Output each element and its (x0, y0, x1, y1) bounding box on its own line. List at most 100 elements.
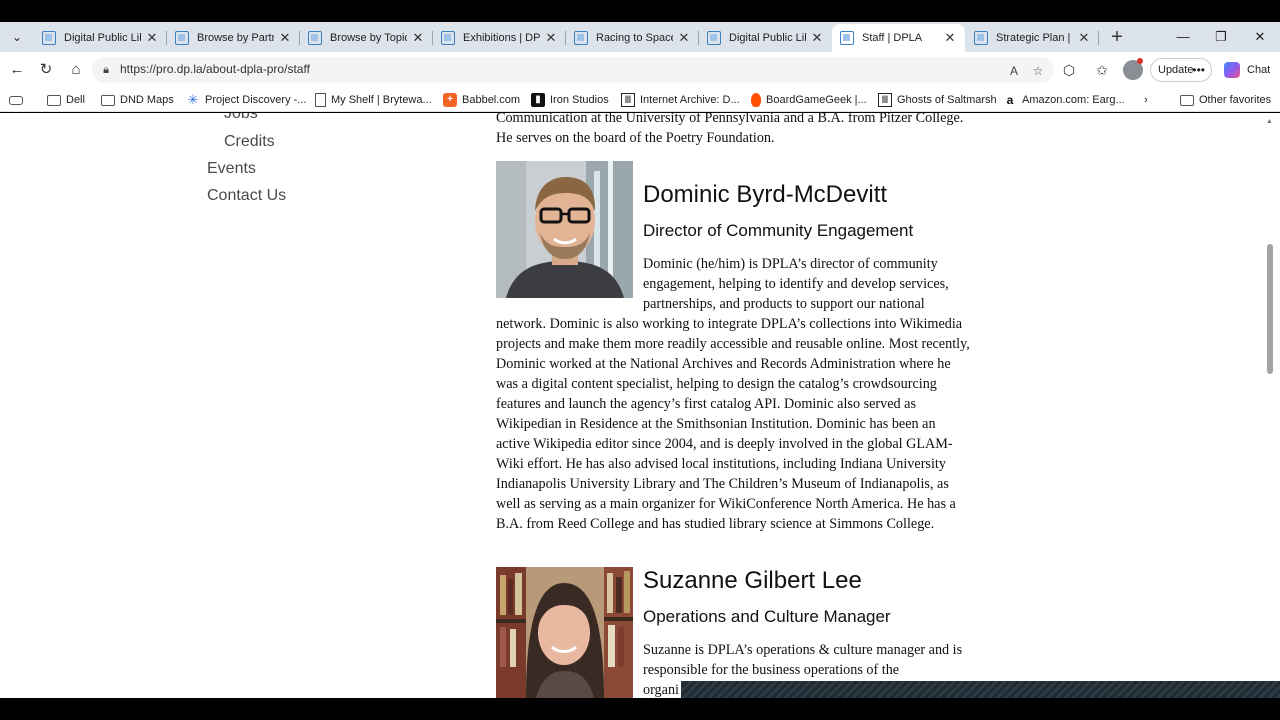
tab-strip: ⌄ Digital Public Librar ✕ Browse by Part… (0, 22, 1280, 52)
tab-strategic-plan[interactable]: Strategic Plan | DPL ✕ (966, 24, 1099, 52)
minimize-icon[interactable]: — (1172, 26, 1194, 48)
sidebar-link-jobs[interactable]: Jobs (224, 113, 258, 123)
favorite-star-icon[interactable]: ☆ (1029, 62, 1047, 80)
tab-close-icon[interactable]: ✕ (278, 30, 292, 46)
navigation-bar: ← ↻ ⌂ 🔒︎ https://pro.dp.la/about-dpla-pr… (0, 52, 1280, 88)
tab-browse-by-topic[interactable]: Browse by Topic | D ✕ (300, 24, 433, 52)
dpla-favicon-icon (308, 31, 322, 45)
favorites-bar: Dell DND Maps ✳ Project Discovery -... My… (0, 88, 1280, 112)
tab-label: Racing to Space | D (596, 32, 673, 44)
bio-line: projects and make them more readily acce… (496, 336, 970, 352)
page-scrollbar-track[interactable] (1265, 113, 1275, 698)
video-overlay-bar (681, 681, 1280, 698)
bio-line: partnerships, and products to support ou… (643, 296, 925, 312)
bio-line: Wikipedian in Residence at the Smithsoni… (496, 416, 936, 432)
dpla-favicon-icon (574, 31, 588, 45)
staff-bio-full: network. Dominic is also working to inte… (496, 314, 970, 534)
tab-close-icon[interactable]: ✕ (943, 30, 957, 46)
favorite-dell[interactable]: Dell (47, 91, 85, 109)
bio-line: Indianapolis University Library and The … (496, 476, 949, 492)
other-favorites[interactable]: Other favorites (1180, 91, 1271, 109)
restore-icon[interactable]: ❐ (1210, 26, 1232, 48)
dpla-favicon-icon (840, 31, 854, 45)
favorite-label: Iron Studios (550, 94, 609, 106)
sidebar-link-contact-us[interactable]: Contact Us (207, 187, 286, 205)
staff-bio-wrapped: Dominic (he/him) is DPLA’s director of c… (643, 254, 949, 314)
staff-photo-dominic (496, 161, 633, 298)
scroll-up-arrow-icon[interactable]: ▲ (1266, 118, 1273, 125)
favorite-boardgamegeek[interactable]: BoardGameGeek |... (751, 91, 867, 109)
back-arrow-icon[interactable]: ← (6, 59, 28, 81)
favorite-ghosts-of-saltmarsh[interactable]: Ⅲ Ghosts of Saltmarsh (878, 91, 997, 109)
copilot-chat-button[interactable]: Chat (1220, 58, 1274, 82)
favorite-my-shelf[interactable]: My Shelf | Brytewa... (315, 91, 432, 109)
tab-label: Browse by Topic | D (330, 32, 407, 44)
other-favorites-label: Other favorites (1199, 94, 1272, 106)
site-info-lock-icon[interactable]: 🔒︎ (98, 62, 114, 78)
update-label: Update (1158, 64, 1194, 76)
favorites-manager-icon[interactable] (9, 91, 28, 109)
bio-line: active Wikipedia editor since 2004, and … (496, 436, 953, 452)
boardgamegeek-icon (751, 93, 761, 107)
tab-exhibitions[interactable]: Exhibitions | DPLA ✕ (433, 24, 566, 52)
address-bar[interactable]: 🔒︎ https://pro.dp.la/about-dpla-pro/staf… (92, 57, 1054, 83)
bio-line: engagement, helping to identify and deve… (643, 276, 949, 292)
favorite-project-discovery[interactable]: ✳ Project Discovery -... (186, 91, 307, 109)
favorite-amazon[interactable]: a Amazon.com: Earg... (1003, 91, 1125, 109)
favorite-internet-archive[interactable]: Ⅲ Internet Archive: D... (621, 91, 740, 109)
tab-close-icon[interactable]: ✕ (1077, 30, 1091, 46)
tab-close-icon[interactable]: ✕ (810, 30, 824, 46)
favorite-label: Ghosts of Saltmarsh (897, 94, 997, 106)
more-options-icon[interactable]: ••• (1192, 59, 1205, 81)
tab-close-icon[interactable]: ✕ (677, 30, 691, 46)
sidebar-link-events[interactable]: Events (207, 160, 256, 178)
close-window-icon[interactable]: ✕ (1249, 26, 1271, 48)
staff-title: Operations and Culture Manager (643, 607, 891, 626)
bio-line: B.A. from Reed College and has studied l… (496, 516, 935, 532)
bio-line: He serves on the board of the Poetry Fou… (496, 130, 775, 146)
staff-name: Suzanne Gilbert Lee (643, 567, 862, 594)
tab-close-icon[interactable]: ✕ (544, 30, 558, 46)
tab-separator (1098, 31, 1099, 45)
home-icon[interactable]: ⌂ (65, 59, 87, 81)
bio-line: Wiki effort. He has also advised local i… (496, 456, 946, 472)
iron-studios-icon: ▮ (531, 93, 545, 107)
new-tab-plus-icon[interactable]: + (1106, 26, 1128, 48)
dpla-favicon-icon (974, 31, 988, 45)
dpla-favicon-icon (42, 31, 56, 45)
tab-actions-menu-button[interactable]: ⌄ (6, 26, 28, 48)
tab-label: Staff | DPLA (862, 32, 923, 44)
screen-top-border (0, 0, 1280, 22)
favorite-babbel[interactable]: + Babbel.com (443, 91, 520, 109)
page-content: Jobs Credits Events Contact Us Communica… (0, 113, 1280, 698)
dpla-favicon-icon (441, 31, 455, 45)
tab-browse-by-partner[interactable]: Browse by Partner | ✕ (167, 24, 300, 52)
favorite-dnd-maps[interactable]: DND Maps (101, 91, 174, 109)
favorite-iron-studios[interactable]: ▮ Iron Studios (531, 91, 609, 109)
tab-label: Browse by Partner | (197, 32, 274, 44)
sidebar-link-credits[interactable]: Credits (224, 133, 275, 151)
tab-close-icon[interactable]: ✕ (411, 30, 425, 46)
refresh-icon[interactable]: ↻ (35, 59, 57, 81)
read-aloud-icon[interactable]: A (1005, 62, 1023, 80)
tab-racing-to-space[interactable]: Racing to Space | D ✕ (566, 24, 699, 52)
project-discovery-icon: ✳ (187, 92, 199, 107)
amazon-icon: a (1006, 93, 1014, 107)
update-button[interactable]: Update ••• (1150, 58, 1212, 82)
tab-digital-public-library-2[interactable]: Digital Public Librar ✕ (699, 24, 832, 52)
page-scrollbar-thumb[interactable] (1267, 244, 1273, 374)
tab-staff-dpla[interactable]: Staff | DPLA ✕ (832, 24, 965, 52)
copilot-icon (1224, 62, 1240, 78)
folder-icon (47, 94, 61, 106)
favorites-overflow-chevron-icon[interactable]: › (1144, 91, 1148, 109)
favorites-icon[interactable]: ✩ (1091, 59, 1113, 81)
internet-archive-icon: Ⅲ (621, 93, 635, 107)
favorite-label: Project Discovery -... (205, 94, 307, 106)
bio-line: well as serving as a main organizer for … (496, 496, 956, 512)
extensions-icon[interactable]: ⬡ (1058, 59, 1080, 81)
babbel-icon: + (443, 93, 457, 107)
tab-digital-public-library-1[interactable]: Digital Public Librar ✕ (34, 24, 167, 52)
url-text[interactable]: https://pro.dp.la/about-dpla-pro/staff (120, 62, 310, 76)
tab-close-icon[interactable]: ✕ (145, 30, 159, 46)
favorite-label: DND Maps (120, 94, 174, 106)
